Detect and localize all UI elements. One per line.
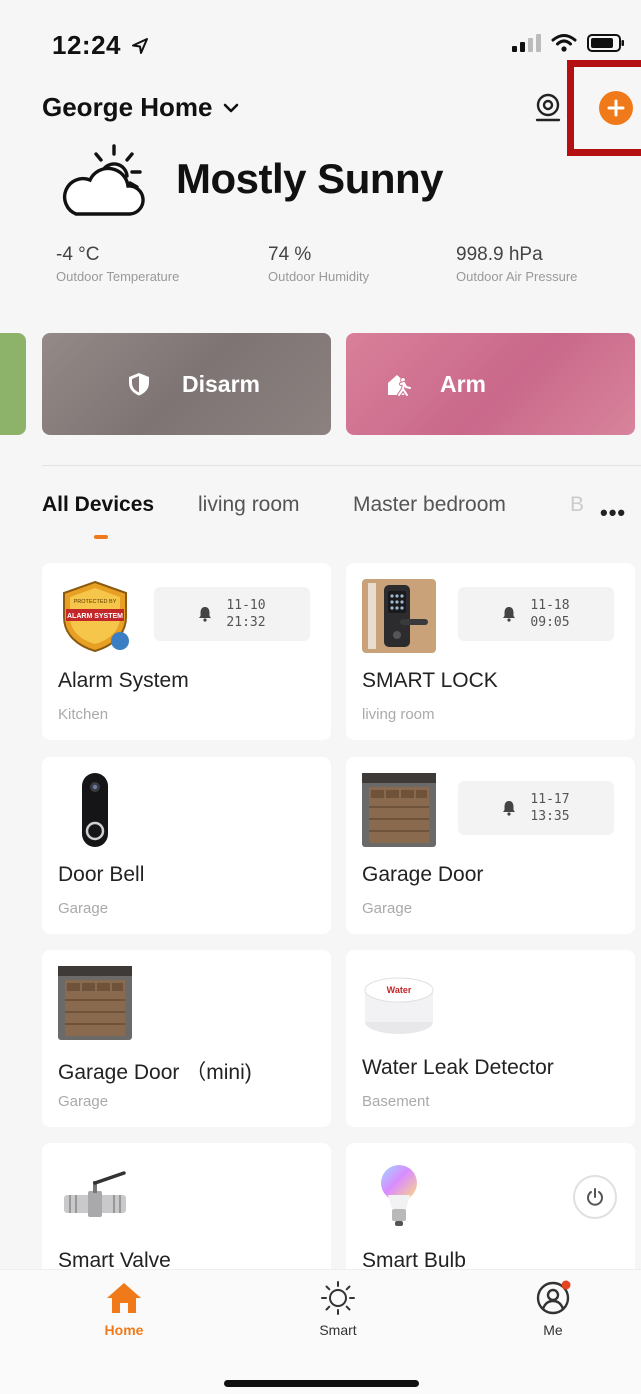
device-card-smart-lock[interactable]: 11-18 09:05 SMART LOCK living room	[346, 563, 635, 740]
home-selector[interactable]: George Home	[42, 92, 239, 123]
wifi-icon	[551, 34, 577, 52]
arm-away-icon	[388, 375, 412, 397]
nav-home[interactable]: Home	[74, 1280, 174, 1338]
tab-all-devices[interactable]: All Devices	[42, 493, 154, 517]
location-arrow-icon	[131, 38, 148, 54]
stat-value: -4 °C	[56, 244, 100, 265]
plus-icon	[607, 99, 625, 117]
device-room: Garage	[362, 900, 413, 917]
nav-me[interactable]: Me	[503, 1280, 603, 1338]
water-thumb-text: Water	[387, 985, 412, 995]
device-name: Garage Door	[362, 863, 484, 886]
outdoor-air-pressure: 998.9 hPa Outdoor Air Pressure	[456, 244, 577, 284]
stat-label: Outdoor Temperature	[56, 269, 180, 284]
partly-sunny-icon	[62, 144, 145, 216]
bottom-navigation: Home Smart Me	[0, 1269, 641, 1394]
tab-truncated[interactable]: B	[570, 493, 584, 517]
event-time: 11-17 13:35	[530, 791, 569, 825]
device-name: SMART LOCK	[362, 669, 498, 692]
device-room: Garage	[58, 900, 109, 917]
outdoor-temperature: -4 °C Outdoor Temperature	[56, 244, 179, 284]
last-event-badge: 11-17 13:35	[458, 781, 614, 835]
tab-living-room[interactable]: living room	[198, 493, 300, 517]
room-tabs: All Devices living room Master bedroom B	[42, 493, 641, 543]
stat-label: Outdoor Air Pressure	[456, 269, 578, 284]
sun-icon	[321, 1281, 355, 1315]
device-card-door-bell[interactable]: Door Bell Garage	[42, 757, 331, 934]
weather-condition: Mostly Sunny	[176, 155, 444, 202]
more-tabs-button[interactable]: •••	[600, 500, 626, 526]
home-indicator	[224, 1380, 419, 1387]
profile-icon	[536, 1280, 571, 1315]
stat-value: 998.9 hPa	[456, 244, 543, 265]
device-card-water-leak-detector[interactable]: Water Water Leak Detector Basement	[346, 950, 635, 1127]
device-name: Garage Door （mini)	[58, 1061, 252, 1084]
stat-label: Outdoor Humidity	[268, 269, 370, 284]
event-clock: 13:35	[530, 809, 570, 824]
bell-icon	[503, 607, 516, 622]
nav-smart-label: Smart	[319, 1322, 357, 1338]
alarm-thumb-mid-text: ALARM SYSTEM	[67, 613, 123, 620]
previous-scene-card-edge[interactable]	[0, 333, 26, 435]
disarm-button[interactable]: Disarm	[42, 333, 331, 435]
device-name: Water Leak Detector	[362, 1056, 554, 1079]
event-clock: 09:05	[530, 615, 570, 630]
add-device-button[interactable]	[599, 91, 633, 125]
nav-home-label: Home	[104, 1322, 144, 1338]
event-date: 11-17	[530, 792, 570, 807]
bell-icon	[199, 607, 212, 622]
bell-icon	[503, 801, 516, 816]
last-event-badge: 11-18 09:05	[458, 587, 614, 641]
battery-icon	[587, 34, 624, 52]
device-card-alarm-system[interactable]: PROTECTED BY ALARM SYSTEM 11-10 21:32 Al…	[42, 563, 331, 740]
device-room: Kitchen	[58, 706, 109, 723]
device-room: living room	[362, 706, 435, 723]
door-bell-thumbnail	[82, 773, 108, 847]
power-icon	[587, 1188, 603, 1206]
stat-value: 74 %	[268, 244, 312, 265]
alarm-thumb-top-text: PROTECTED BY	[74, 599, 117, 605]
status-time-text: 12:24	[52, 30, 121, 60]
event-date: 11-18	[530, 598, 570, 613]
home-icon	[107, 1283, 141, 1313]
event-time: 11-10 21:32	[226, 597, 265, 631]
event-clock: 21:32	[226, 615, 266, 630]
garage-door-mini-thumbnail	[58, 966, 132, 1040]
nav-smart[interactable]: Smart	[288, 1280, 388, 1338]
device-room: Garage	[58, 1093, 109, 1110]
status-time: 12:24	[52, 30, 149, 61]
smart-lock-thumbnail	[362, 579, 436, 653]
device-card-garage-door[interactable]: 11-17 13:35 Garage Door Garage	[346, 757, 635, 934]
device-name: Door Bell	[58, 863, 145, 886]
arm-label: Arm	[440, 370, 487, 397]
water-leak-detector-thumbnail: Water	[364, 977, 434, 1034]
shield-icon	[129, 373, 149, 396]
home-name: George Home	[42, 92, 213, 122]
outdoor-humidity: 74 % Outdoor Humidity	[268, 244, 369, 284]
section-divider	[42, 465, 641, 466]
last-event-badge: 11-10 21:32	[154, 587, 310, 641]
nav-me-label: Me	[543, 1322, 563, 1338]
disarm-label: Disarm	[182, 370, 260, 397]
garage-door-thumbnail	[362, 773, 436, 847]
smart-valve-thumbnail	[64, 1171, 126, 1217]
cellular-signal-icon	[512, 34, 541, 52]
power-button[interactable]	[573, 1175, 617, 1219]
smart-bulb-thumbnail	[381, 1165, 417, 1226]
camera-icon	[535, 93, 561, 122]
chevron-down-icon	[223, 103, 238, 112]
device-name: Alarm System	[58, 669, 189, 692]
alarm-system-thumbnail: PROTECTED BY ALARM SYSTEM	[63, 580, 129, 653]
camera-button[interactable]	[533, 93, 563, 123]
event-date: 11-10	[226, 598, 266, 613]
active-tab-indicator	[94, 535, 108, 539]
event-time: 11-18 09:05	[530, 597, 569, 631]
device-card-garage-door-mini[interactable]: Garage Door （mini) Garage	[42, 950, 331, 1127]
status-icons	[512, 33, 625, 53]
status-bar: 12:24	[0, 0, 641, 86]
arm-button[interactable]: Arm	[346, 333, 635, 435]
device-room: Basement	[362, 1093, 430, 1110]
tab-master-bedroom[interactable]: Master bedroom	[353, 493, 506, 517]
